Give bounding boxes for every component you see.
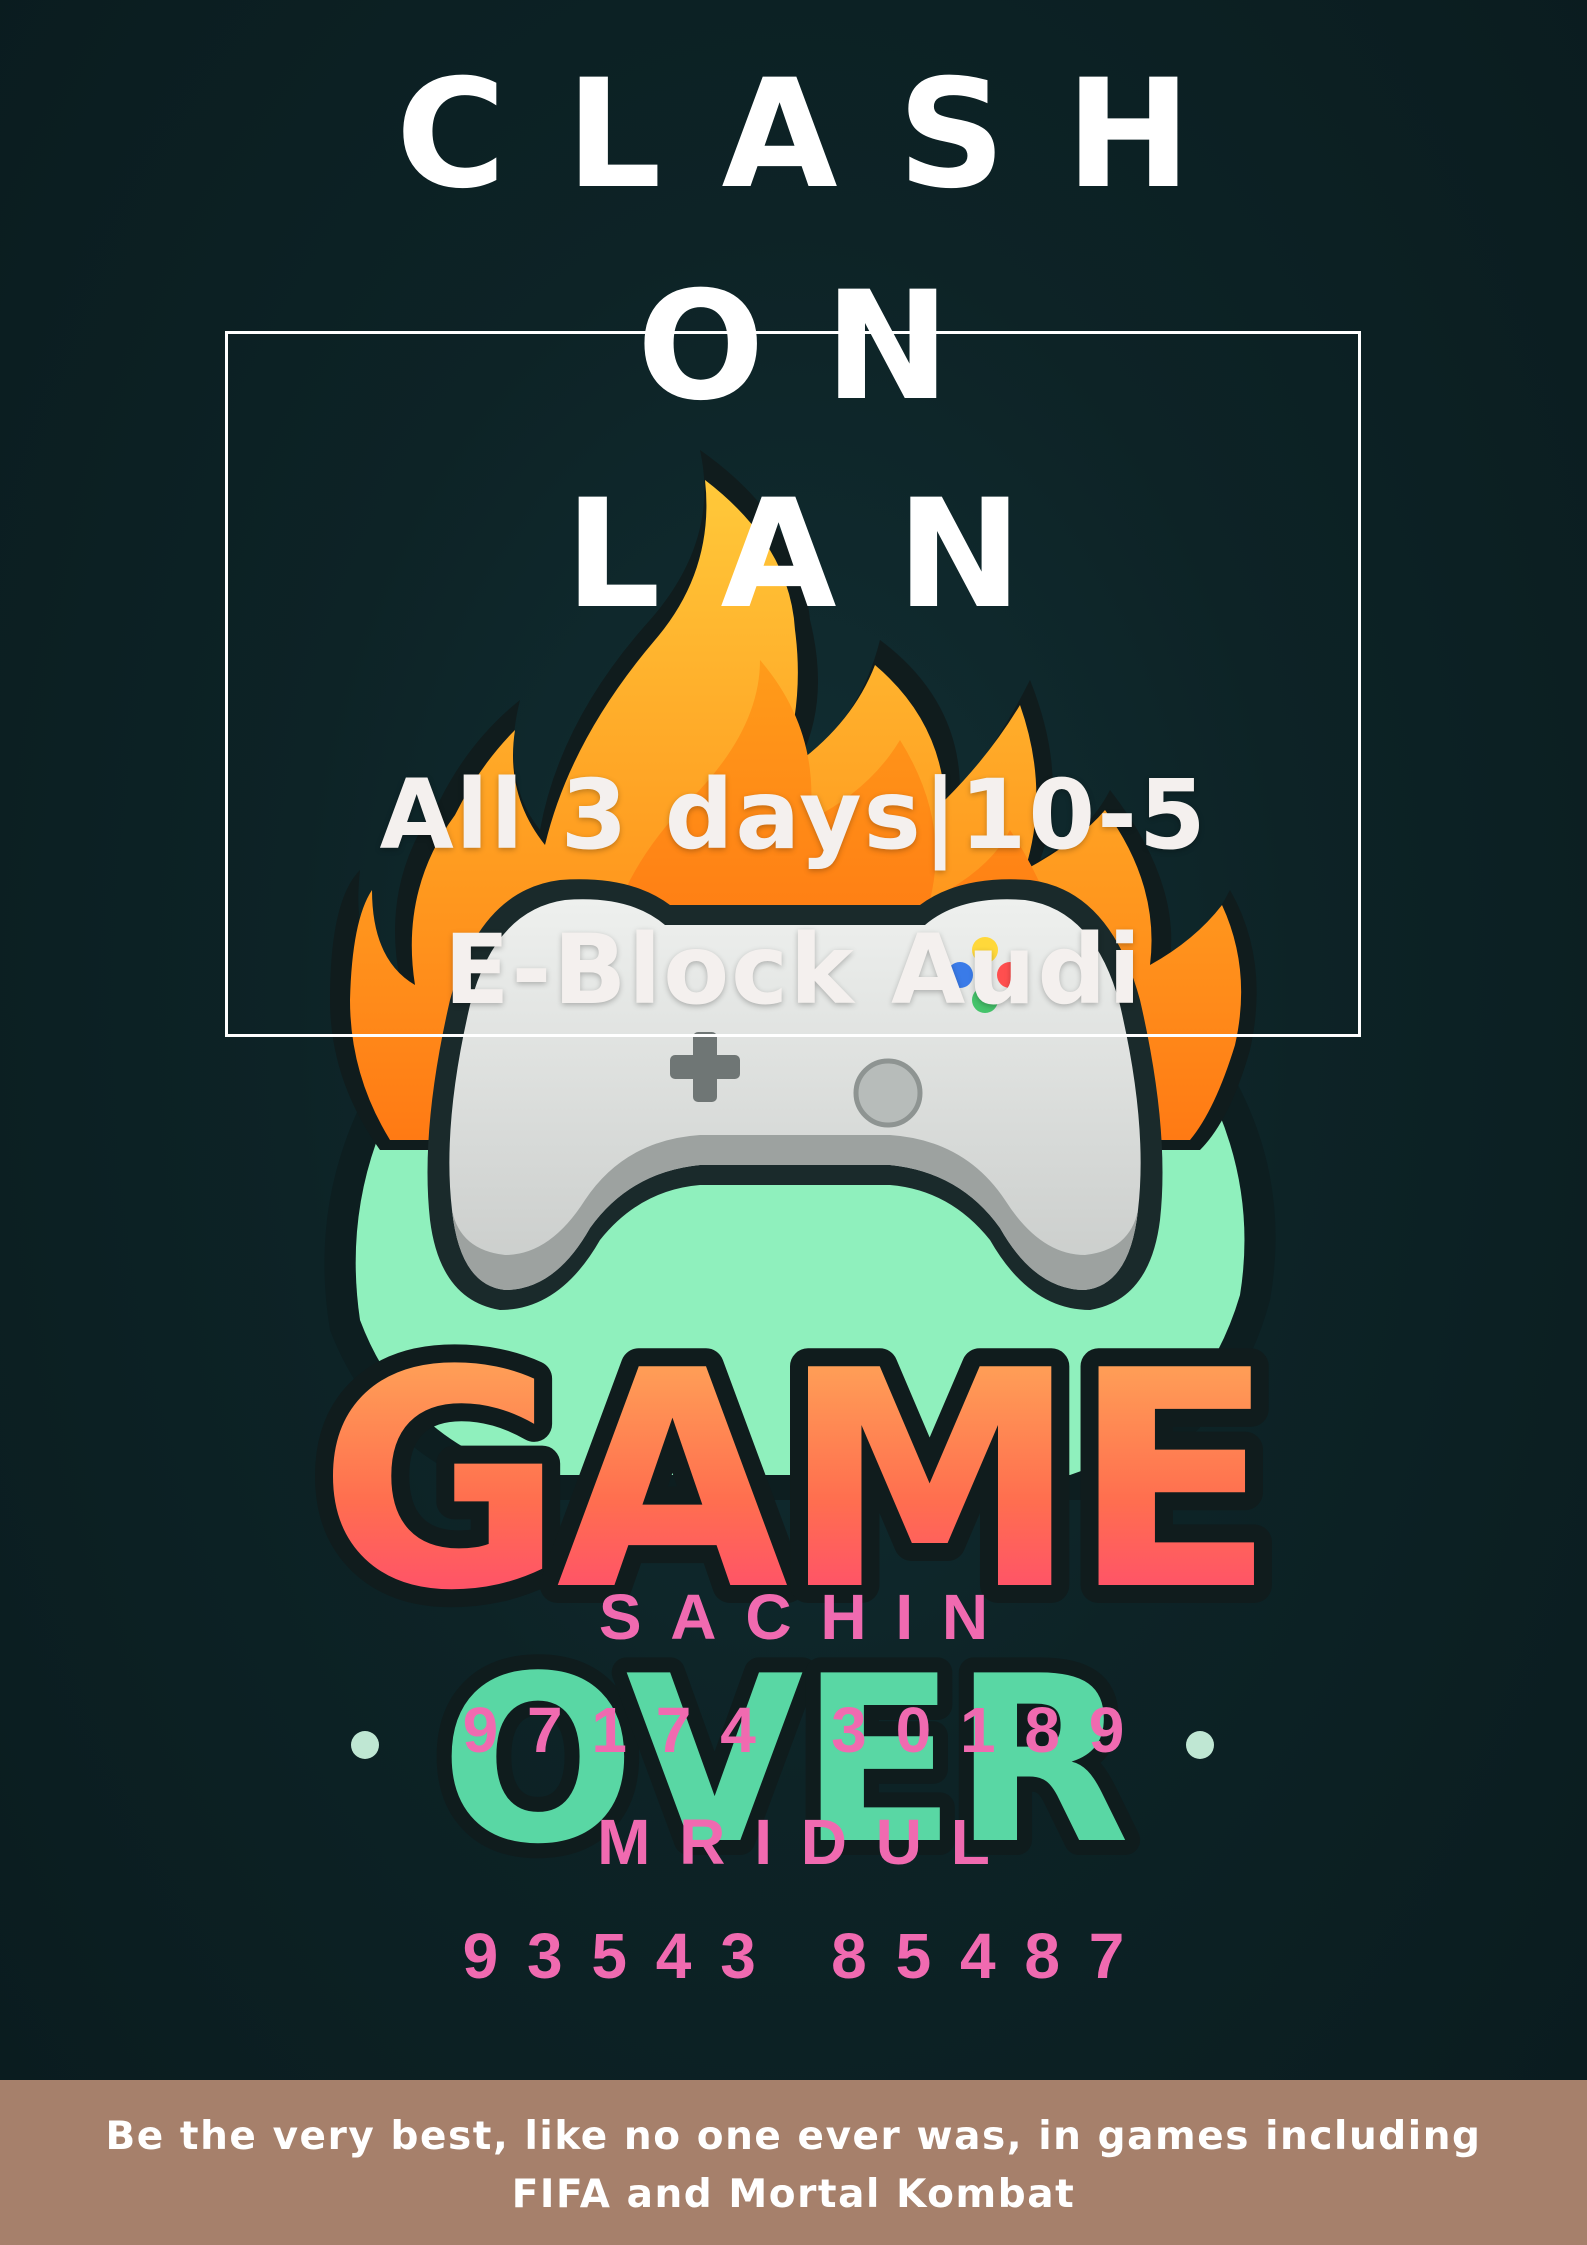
contact-phone-sachin: 97174 30189: [462, 1694, 1154, 1766]
footer-tagline-line1: Be the very best, like no one ever was, …: [105, 2114, 1482, 2159]
title-line-lan: LAN: [564, 468, 1083, 642]
footer-band: Be the very best, like no one ever was, …: [0, 2080, 1587, 2245]
contact-phone-mridul: 93543 85487: [462, 1920, 1154, 1992]
title-line-on: ON: [636, 260, 1011, 434]
contact-name-mridul: MRIDUL: [597, 1806, 1019, 1878]
footer-tagline-line2: FIFA and Mortal Kombat: [511, 2172, 1076, 2217]
title-line-clash: CLASH: [395, 48, 1252, 222]
event-poster: GAME GAME OVER OVER CLASH ON LAN All 3 d…: [0, 0, 1587, 2245]
contact-name-sachin: SACHIN: [598, 1581, 1017, 1653]
event-schedule: All 3 days|10-5: [379, 759, 1208, 871]
event-venue: E-Block Audi: [444, 914, 1143, 1026]
